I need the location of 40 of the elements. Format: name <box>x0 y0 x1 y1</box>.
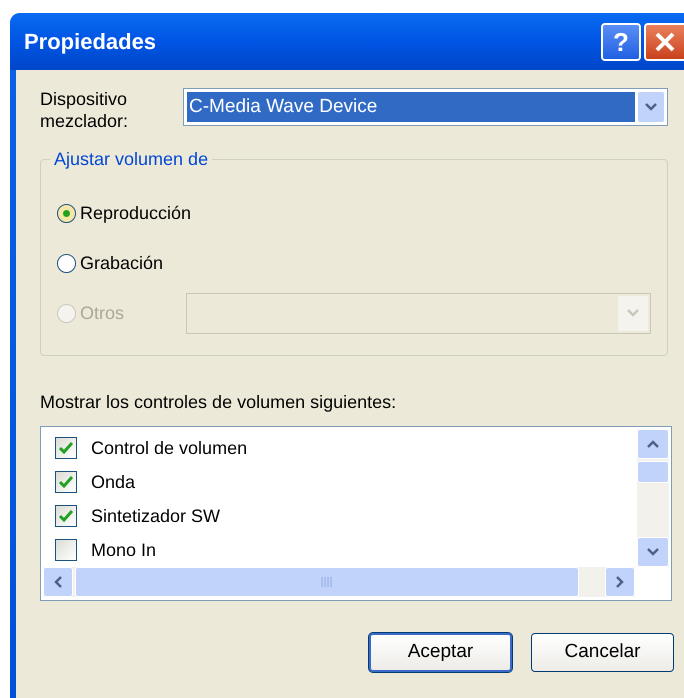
chevron-down-icon <box>647 548 659 556</box>
list-item-label: Control de volumen <box>91 436 248 460</box>
checkbox[interactable] <box>55 471 77 493</box>
radio-label: Otros <box>80 302 126 324</box>
checkmark-icon <box>59 442 73 454</box>
radio-label: Grabación <box>80 252 164 274</box>
dropdown-arrow-button[interactable] <box>638 92 664 122</box>
chevron-right-icon <box>616 576 624 588</box>
list-label: Mostrar los controles de volumen siguientes: <box>40 391 398 414</box>
chevron-down-icon <box>627 309 639 317</box>
scroll-up-button[interactable] <box>637 429 669 459</box>
vertical-scrollbar[interactable] <box>637 429 669 567</box>
help-button[interactable]: ? <box>601 22 641 60</box>
scroll-thumb[interactable] <box>637 461 669 483</box>
scroll-down-button[interactable] <box>637 537 669 567</box>
scroll-left-button[interactable] <box>43 567 73 597</box>
chevron-up-icon <box>647 440 659 448</box>
list-item-label: Mono In <box>91 538 156 562</box>
dialog-button[interactable]: Aceptar <box>369 633 512 672</box>
checkbox[interactable] <box>55 539 77 561</box>
checkbox[interactable] <box>55 437 77 459</box>
list-item-label: Onda <box>91 470 136 494</box>
mixer-device-label: Dispositivo mezclador: <box>40 88 130 132</box>
checkbox[interactable] <box>55 505 77 527</box>
mixer-device-dropdown[interactable]: C-Media Wave Device <box>183 88 668 126</box>
list-item-label: Sintetizador SW <box>91 504 220 528</box>
scroll-right-button[interactable] <box>605 567 635 597</box>
close-button[interactable] <box>644 22 684 60</box>
checkmark-icon <box>59 510 73 522</box>
checkmark-icon <box>59 476 73 488</box>
dropdown-value: C-Media Wave Device <box>187 92 635 122</box>
close-icon <box>654 30 676 52</box>
chevron-left-icon <box>54 576 62 588</box>
grip-icon <box>321 577 333 587</box>
dialog-button[interactable]: Cancelar <box>531 633 674 672</box>
radio-label: Reproducción <box>80 202 192 225</box>
radio-button[interactable] <box>57 254 76 272</box>
window-title: Propiedades <box>24 28 158 56</box>
chevron-down-icon <box>645 103 657 111</box>
radio-button[interactable] <box>57 204 76 222</box>
